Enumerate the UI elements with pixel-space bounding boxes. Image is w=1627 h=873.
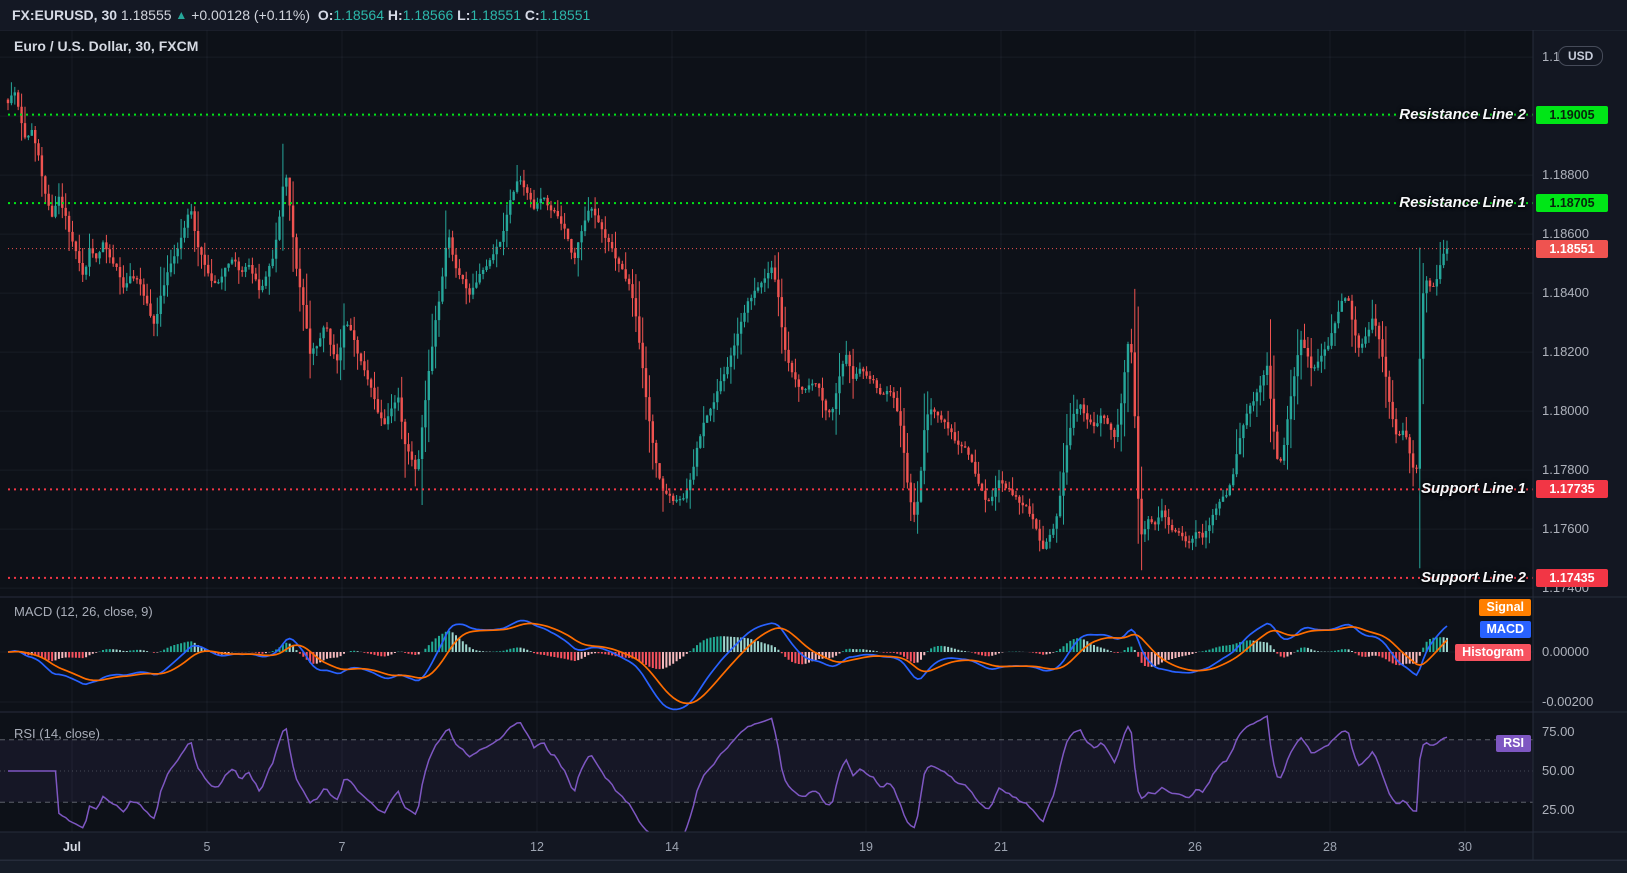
- last-price: 1.18555: [120, 7, 172, 23]
- close-value: 1.18551: [539, 7, 591, 23]
- price-change: +0.00128 (+0.11%): [191, 7, 311, 23]
- bottom-toolbar: [0, 860, 1627, 873]
- currency-toggle-button[interactable]: USD: [1558, 46, 1604, 66]
- open-label: O:: [317, 7, 334, 23]
- high-value: 1.18566: [402, 7, 454, 23]
- symbol-name[interactable]: FX:EURUSD, 30: [12, 7, 117, 23]
- up-arrow-icon: ▲: [175, 8, 188, 22]
- high-label: H:: [387, 7, 403, 23]
- symbol-info-bar: FX:EURUSD, 30 1.18555 ▲ +0.00128 (+0.11%…: [0, 0, 1627, 30]
- low-label: L:: [457, 7, 471, 23]
- chart-canvas[interactable]: [0, 0, 1627, 873]
- close-label: C:: [524, 7, 540, 23]
- open-value: 1.18564: [333, 7, 384, 23]
- tradingview-chart: FX:EURUSD, 30 1.18555 ▲ +0.00128 (+0.11%…: [0, 0, 1627, 873]
- low-value: 1.18551: [470, 7, 521, 23]
